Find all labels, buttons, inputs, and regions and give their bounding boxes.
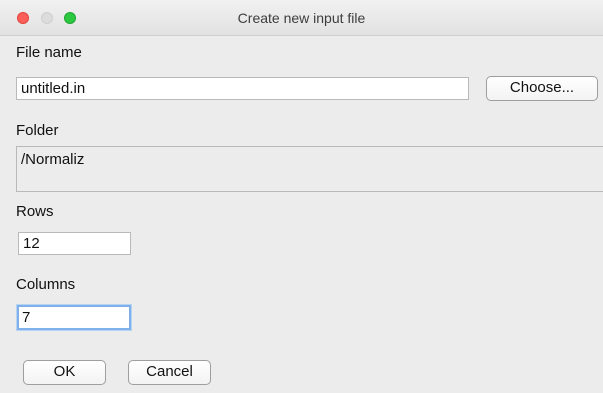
columns-label: Columns: [16, 276, 76, 293]
create-file-dialog: Create new input file File name Choose..…: [0, 0, 603, 393]
title-bar[interactable]: Create new input file: [0, 0, 603, 36]
rows-label: Rows: [16, 203, 54, 220]
cancel-button[interactable]: Cancel: [128, 360, 211, 385]
folder-path-display: /Normaliz: [16, 146, 603, 192]
choose-button[interactable]: Choose...: [486, 76, 598, 101]
ok-button[interactable]: OK: [23, 360, 106, 385]
columns-input[interactable]: [17, 305, 131, 330]
file-name-label: File name: [16, 44, 82, 61]
folder-path-text: /Normaliz: [21, 151, 85, 168]
file-name-input[interactable]: [16, 77, 469, 100]
folder-label: Folder: [16, 122, 59, 139]
rows-input[interactable]: [18, 232, 131, 255]
window-title: Create new input file: [237, 10, 366, 26]
